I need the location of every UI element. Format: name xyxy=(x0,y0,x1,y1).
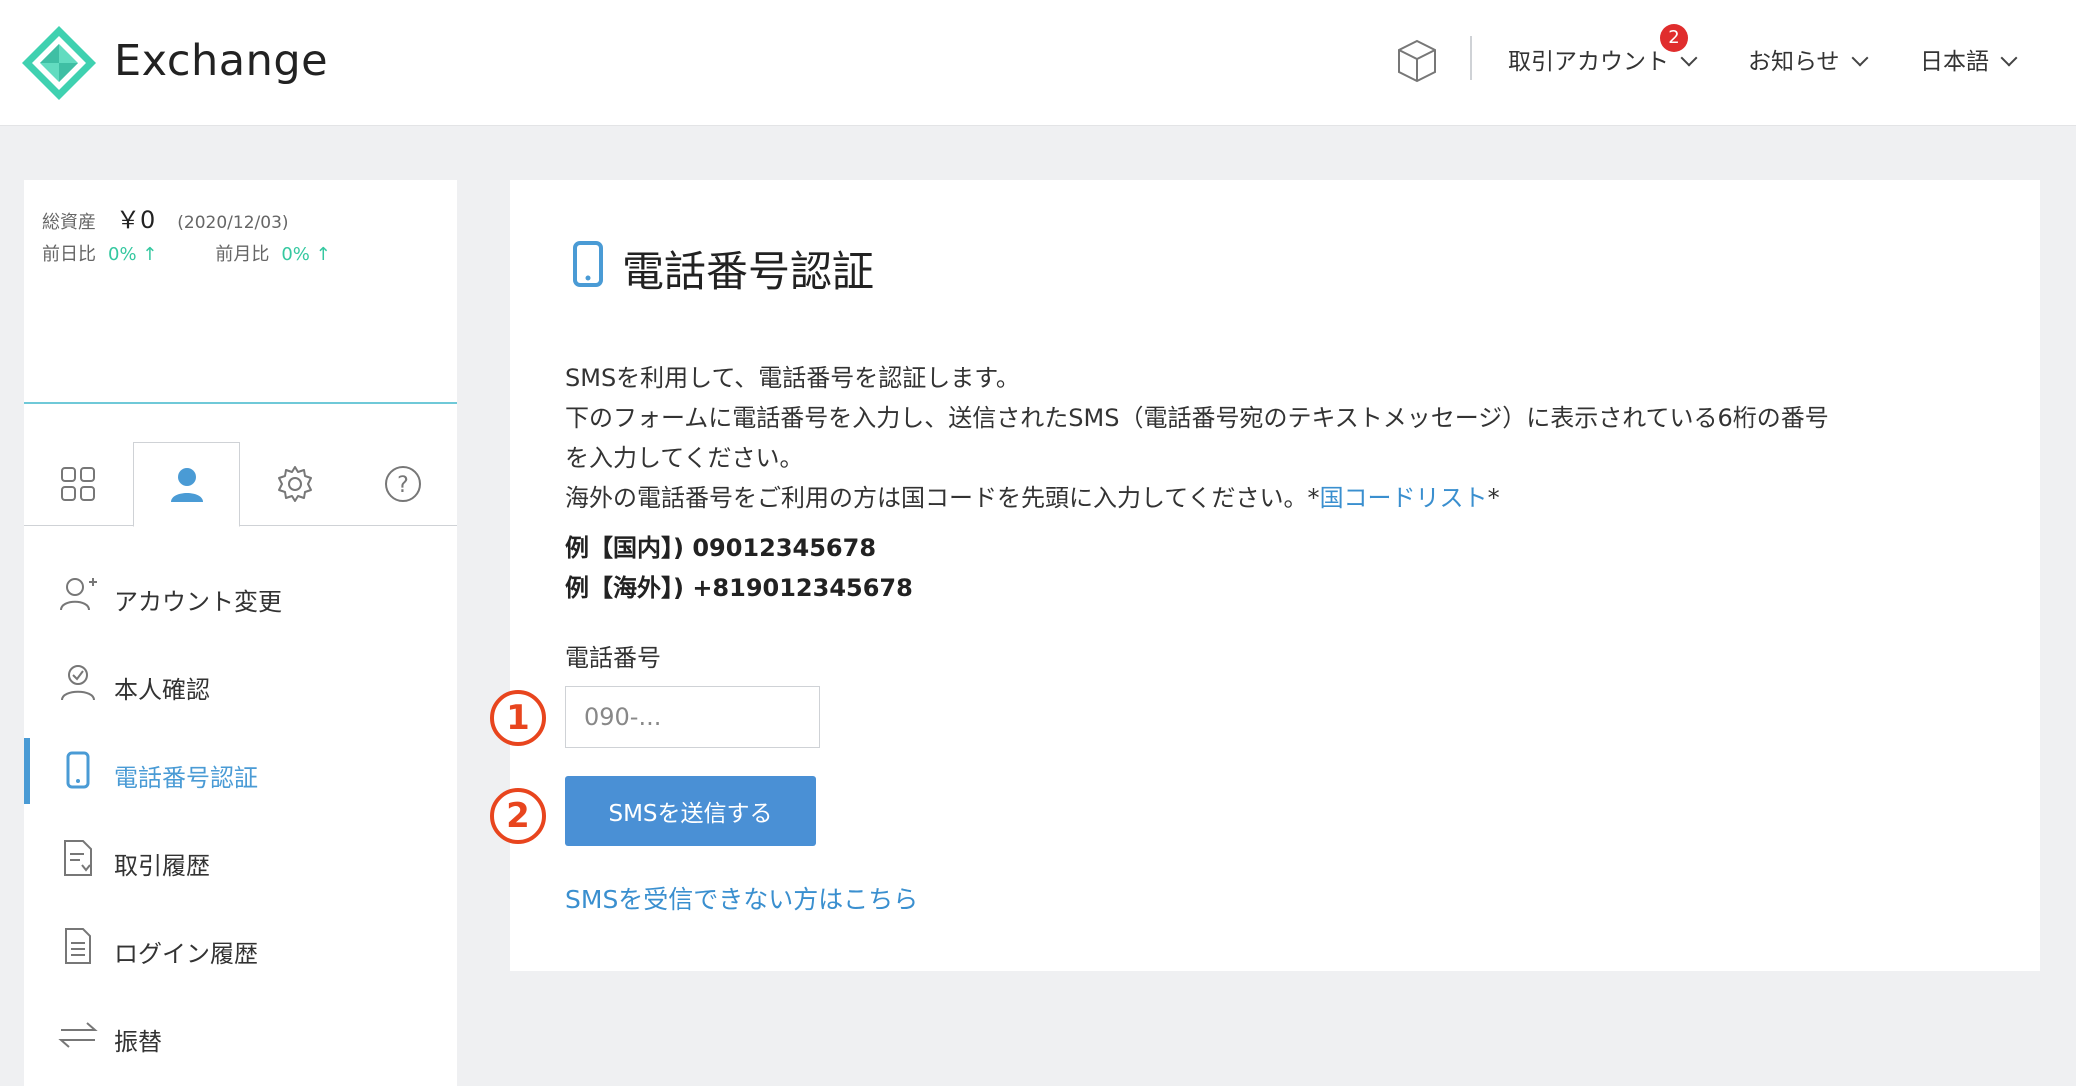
send-sms-button[interactable]: SMSを送信する xyxy=(565,776,816,846)
tab-settings[interactable] xyxy=(241,442,348,526)
sidebar-item-account-change[interactable]: アカウント変更 xyxy=(24,562,457,628)
tab-help[interactable]: ? xyxy=(349,442,456,526)
help-icon: ? xyxy=(384,466,421,502)
language-menu[interactable]: 日本語 xyxy=(1920,42,2018,75)
day-ratio-label: 前日比 xyxy=(42,244,96,265)
example-domestic: 例【国内】) 09012345678 xyxy=(565,534,877,562)
sidebar-tabs: ? xyxy=(24,442,457,527)
sidebar-item-phone-verification[interactable]: 電話番号認証 xyxy=(24,738,457,804)
sidebar-item-label: 取引履歴 xyxy=(114,852,210,880)
phone-verification-panel: 電話番号認証 SMSを利用して、電話番号を認証します。 下のフォームに電話番号を… xyxy=(510,180,2040,971)
tab-dashboard[interactable] xyxy=(24,442,131,526)
top-header: Exchange 取引アカウント 2 お知らせ 日本語 xyxy=(0,0,2076,126)
sidebar-item-label: ログイン履歴 xyxy=(114,940,258,968)
sidebar-item-transfer[interactable]: 振替 xyxy=(24,1002,457,1068)
example-overseas: 例【海外】) +819012345678 xyxy=(565,574,913,602)
asset-chart-line xyxy=(24,402,457,404)
description-line: を入力してください。 xyxy=(565,444,804,472)
total-assets: 総資産 ￥0 (2020/12/03) xyxy=(42,200,289,235)
news-menu[interactable]: お知らせ xyxy=(1748,42,1869,75)
sidebar-item-label: 振替 xyxy=(114,1028,162,1056)
phone-icon xyxy=(66,751,90,789)
total-assets-label: 総資産 xyxy=(42,212,96,233)
assets-date: (2020/12/03) xyxy=(177,213,289,233)
sidebar: 総資産 ￥0 (2020/12/03) 前日比 0% ↑ 前月比 0% ↑ ? … xyxy=(24,180,457,1086)
notification-badge: 2 xyxy=(1660,24,1688,52)
document-icon xyxy=(65,928,91,964)
sidebar-item-label: 電話番号認証 xyxy=(114,764,258,792)
header-divider xyxy=(1470,36,1472,80)
brand-name[interactable]: Exchange xyxy=(114,36,328,86)
sidebar-item-label: アカウント変更 xyxy=(114,588,282,616)
active-indicator xyxy=(24,738,30,804)
day-ratio-value: 0% ↑ xyxy=(108,244,158,265)
grid-icon xyxy=(60,467,95,501)
chevron-down-icon xyxy=(1680,49,1698,67)
chevron-down-icon xyxy=(1851,49,1869,67)
description-line-country: 海外の電話番号をご利用の方は国コードを先頭に入力してください。*国コードリスト* xyxy=(565,478,1500,513)
total-assets-value: ￥0 xyxy=(116,206,156,234)
tab-account[interactable] xyxy=(133,442,240,527)
sms-help-link[interactable]: SMSを受信できない方はこちら xyxy=(565,880,918,916)
phone-icon xyxy=(573,241,603,287)
transfer-arrows-icon xyxy=(58,1022,98,1048)
description-line: SMSを利用して、電話番号を認証します。 xyxy=(565,364,1020,392)
language-menu-label: 日本語 xyxy=(1920,49,1989,75)
account-menu-label: 取引アカウント xyxy=(1508,49,1669,75)
page-title: 電話番号認証 xyxy=(622,247,875,296)
description-text: 海外の電話番号をご利用の方は国コードを先頭に入力してください。* xyxy=(565,484,1320,512)
asset-ratios: 前日比 0% ↑ 前月比 0% ↑ xyxy=(42,240,331,266)
sidebar-item-label: 本人確認 xyxy=(114,676,210,704)
step-marker-2: 2 xyxy=(490,788,546,844)
step-marker-1: 1 xyxy=(490,690,546,746)
download-document-icon xyxy=(64,840,92,876)
description-line: 下のフォームに電話番号を入力し、送信されたSMS（電話番号宛のテキストメッセージ… xyxy=(565,404,1829,432)
gear-icon xyxy=(277,466,312,502)
user-icon xyxy=(170,467,203,502)
news-menu-label: お知らせ xyxy=(1748,49,1840,75)
svg-text:?: ? xyxy=(397,473,409,498)
month-ratio-label: 前月比 xyxy=(215,244,270,265)
month-ratio-value: 0% ↑ xyxy=(281,244,331,265)
description-suffix: * xyxy=(1487,484,1500,512)
country-code-list-link[interactable]: 国コードリスト xyxy=(1320,484,1488,512)
sidebar-item-identity[interactable]: 本人確認 xyxy=(24,650,457,716)
phone-field-label: 電話番号 xyxy=(565,644,661,672)
exchange-logo[interactable] xyxy=(22,26,96,100)
sidebar-item-trade-history[interactable]: 取引履歴 xyxy=(24,826,457,892)
chevron-down-icon xyxy=(2000,49,2018,67)
user-check-icon xyxy=(61,665,95,701)
sidebar-item-login-history[interactable]: ログイン履歴 xyxy=(24,914,457,980)
cube-icon[interactable] xyxy=(1396,38,1438,84)
phone-number-input[interactable] xyxy=(565,686,820,748)
user-add-icon xyxy=(60,578,97,611)
